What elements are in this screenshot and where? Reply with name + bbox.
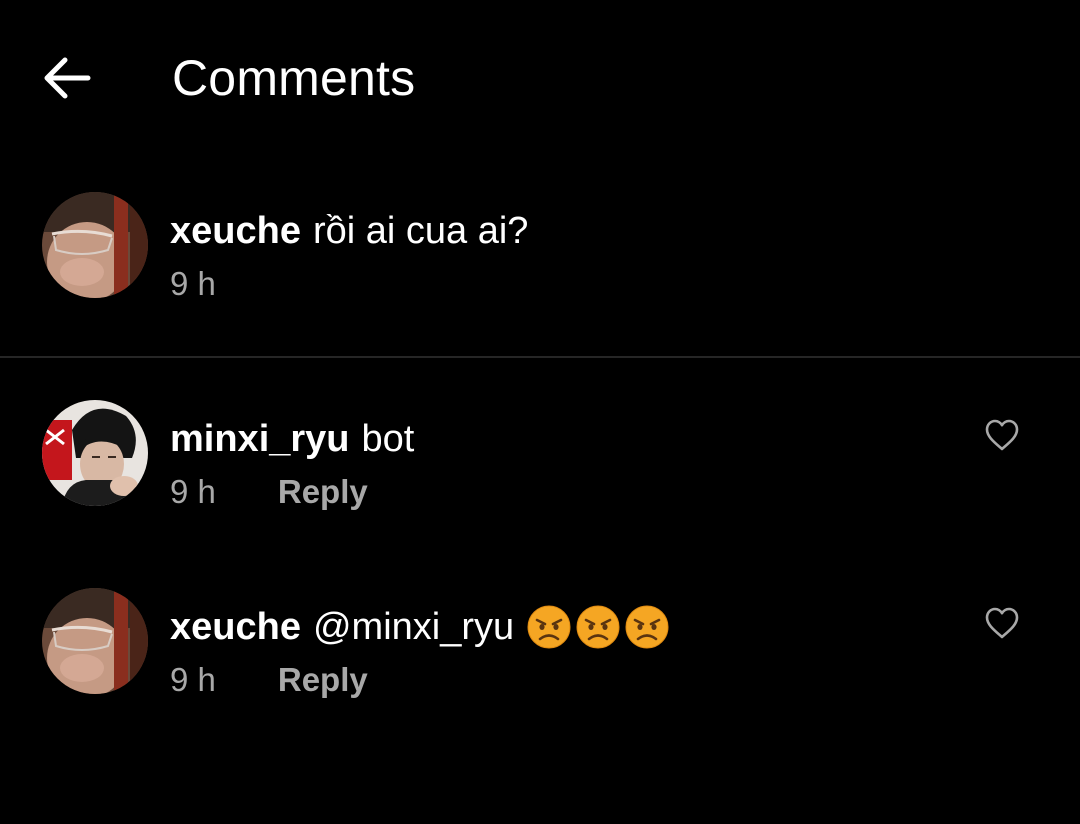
back-button[interactable] <box>36 48 96 108</box>
comment-meta: 9 h Reply <box>170 660 368 700</box>
caption-text-line: xeuche rồi ai cua ai? <box>170 208 528 254</box>
timestamp: 9 h <box>170 661 216 698</box>
username[interactable]: xeuche <box>170 208 301 254</box>
avatar[interactable] <box>42 192 148 298</box>
username[interactable]: minxi_ryu <box>170 416 350 462</box>
avatar[interactable] <box>42 400 148 506</box>
reply-button[interactable]: Reply <box>278 660 368 700</box>
heart-outline-icon[interactable] <box>984 606 1020 640</box>
comment-text-line: xeuche @minxi_ryu <box>170 604 670 650</box>
back-arrow-icon <box>44 57 91 99</box>
reply-button[interactable]: Reply <box>278 472 368 512</box>
angry-face-icon <box>576 605 620 649</box>
comment-text: bot <box>361 418 415 460</box>
mention-link[interactable]: @minxi_ryu <box>313 604 514 650</box>
comment-text-line: minxi_ryu bot <box>170 416 414 462</box>
timestamp: 9 h <box>170 265 216 302</box>
caption: xeuche rồi ai cua ai? 9 h <box>0 170 1080 358</box>
comment-text: rồi ai cua ai? <box>312 210 529 252</box>
username[interactable]: xeuche <box>170 604 301 650</box>
comment-meta: 9 h <box>170 264 216 304</box>
angry-face-icon <box>527 605 571 649</box>
avatar[interactable] <box>42 588 148 694</box>
header: Comments <box>0 0 1080 160</box>
comment-item: minxi_ryu bot 9 h Reply <box>0 396 1080 546</box>
comment-meta: 9 h Reply <box>170 472 368 512</box>
comment-item: xeuche @minxi_ryu 9 h Reply <box>0 584 1080 734</box>
angry-face-icon <box>625 605 669 649</box>
timestamp: 9 h <box>170 473 216 510</box>
page-title: Comments <box>172 50 416 106</box>
heart-outline-icon[interactable] <box>984 418 1020 452</box>
